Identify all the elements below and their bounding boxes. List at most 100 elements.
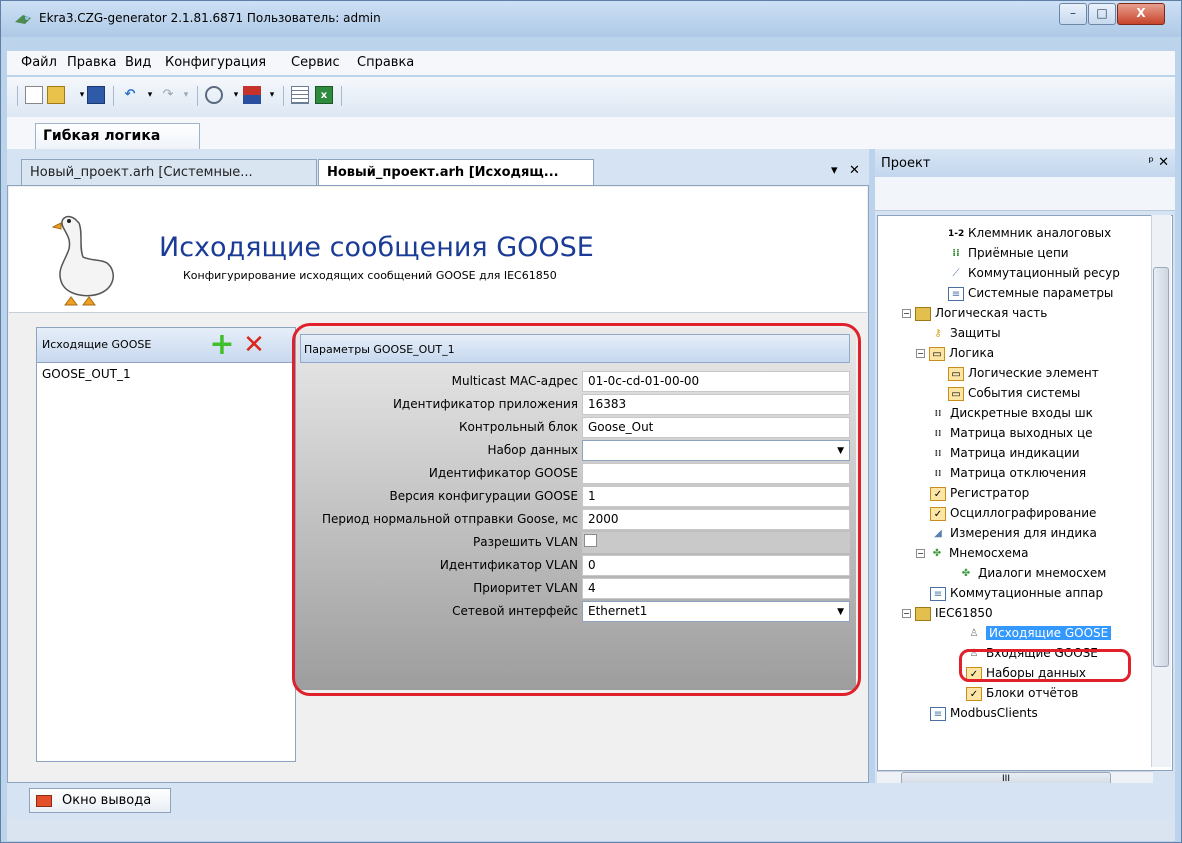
tab-output-window[interactable]: Окно вывода <box>29 788 171 813</box>
list-item[interactable]: GOOSE_OUT_1 <box>42 367 131 381</box>
chart-icon: ✓ <box>930 486 946 501</box>
list-icon[interactable] <box>291 86 309 104</box>
output-bar: Окно вывода <box>7 783 1175 819</box>
close-button[interactable]: X <box>1117 3 1165 25</box>
diagram-icon: ✤ <box>932 547 942 559</box>
project-title: Проект <box>881 156 931 171</box>
chart-icon: ✓ <box>930 506 946 521</box>
tree-item[interactable]: ▭ События системы <box>948 386 1080 401</box>
expander-icon[interactable]: − <box>902 609 911 618</box>
menu-edit[interactable]: Правка <box>67 55 116 70</box>
flag-dropdown-icon[interactable]: ▾ <box>263 86 281 104</box>
status-bar <box>7 819 1175 841</box>
goose-icon: ♙ <box>969 627 979 639</box>
tab-outgoing-goose[interactable]: Новый_проект.arh [Исходящ... <box>318 159 594 185</box>
tree-item[interactable]: ✓ Регистратор <box>930 486 1029 501</box>
redo-icon[interactable]: ↷ <box>159 86 177 104</box>
project-header: Проект ᵖ ✕ <box>875 149 1175 177</box>
tree-item[interactable]: ⁞⁞ Матрица выходных це <box>930 426 1093 441</box>
redo-dropdown-icon[interactable]: ▾ <box>177 86 195 104</box>
folder-icon <box>915 606 931 621</box>
tree-item[interactable]: ≡ Системные параметры <box>948 286 1113 301</box>
tree-item[interactable]: − IEC61850 <box>902 606 993 621</box>
key-icon: ⚷ <box>934 327 942 339</box>
highlight-oval-params <box>292 323 861 696</box>
tab-close-icon[interactable]: ✕ <box>849 163 860 178</box>
tree-item[interactable]: ✓ Блоки отчётов <box>966 686 1078 701</box>
ribbon-tab-flexible-logic[interactable]: Гибкая логика <box>35 123 200 150</box>
menu-help[interactable]: Справка <box>357 55 414 70</box>
new-file-icon[interactable] <box>25 86 43 104</box>
menu-file[interactable]: Файл <box>21 55 57 70</box>
project-tree: 1-2 Клеммник аналоговых ⁞⁞ Приёмные цепи ⟋… <box>877 215 1173 771</box>
save-icon[interactable] <box>87 86 105 104</box>
highlight-oval-tree <box>959 649 1131 682</box>
expander-icon[interactable]: − <box>916 349 925 358</box>
matrix-icon: ⁞⁞ <box>934 428 942 439</box>
app-window: Ekra3.CZG-generator 2.1.81.6871 Пользова… <box>0 0 1182 843</box>
logic-icon: ▭ <box>948 386 964 401</box>
output-tab-label: Окно вывода <box>62 793 152 808</box>
tree-item[interactable]: ⁞⁞ Приёмные цепи <box>948 246 1068 261</box>
toolbar-separator <box>283 86 284 106</box>
close-icon[interactable]: ✕ <box>1158 155 1169 170</box>
matrix-icon: ⁞⁞ <box>934 408 942 419</box>
undo-icon[interactable]: ↶ <box>121 86 139 104</box>
tab-menu-icon[interactable]: ▾ <box>831 163 838 178</box>
expander-icon[interactable]: − <box>902 309 911 318</box>
goose-logo-icon <box>51 215 114 306</box>
maximize-button[interactable]: □ <box>1088 3 1116 25</box>
logic-icon: ▭ <box>929 346 945 361</box>
project-panel: Проект ᵖ ✕ 1-2 Клеммник аналоговых ⁞⁞ Приё… <box>875 149 1175 789</box>
tree-scroll-thumb[interactable] <box>1153 267 1169 667</box>
page-subtitle: Конфигурирование исходящих сообщений GOO… <box>183 269 557 282</box>
menu-view[interactable]: Вид <box>125 55 151 70</box>
title-bar[interactable]: Ekra3.CZG-generator 2.1.81.6871 Пользова… <box>1 1 1181 37</box>
window-title: Ekra3.CZG-generator 2.1.81.6871 Пользова… <box>39 11 381 25</box>
minimize-button[interactable]: – <box>1059 3 1087 25</box>
timer-icon[interactable] <box>205 86 223 104</box>
expander-icon[interactable]: − <box>916 549 925 558</box>
tree-item[interactable]: ≡ ModbusClients <box>930 706 1038 721</box>
tree-item[interactable]: ≡ Коммутационные аппар <box>930 586 1103 601</box>
toolbar-separator <box>113 86 114 106</box>
document-icon: ≡ <box>930 586 946 601</box>
tree-item[interactable]: ▭ Логические элемент <box>948 366 1099 381</box>
logic-icon: ▭ <box>948 366 964 381</box>
add-goose-button[interactable]: + <box>209 330 235 360</box>
ribbon: Гибкая логика <box>7 117 1175 150</box>
tree-item[interactable]: ✤ Диалоги мнемосхем <box>958 566 1106 581</box>
tree-item[interactable]: ✓ Осциллографирование <box>930 506 1096 521</box>
chart-icon: ✓ <box>966 686 982 701</box>
menu-service[interactable]: Сервис <box>291 55 340 70</box>
page-header: Исходящие сообщения GOOSE Конфигурирован… <box>9 187 867 313</box>
tree-item[interactable]: ⁞⁞ Матрица индикации <box>930 446 1080 461</box>
pin-icon[interactable]: ᵖ <box>1148 155 1154 170</box>
toolbar-separator <box>197 86 198 106</box>
matrix-icon: ⁞⁞ <box>934 468 942 479</box>
excel-icon[interactable]: x <box>315 86 333 104</box>
tree-item[interactable]: ♙ Исходящие GOOSE <box>966 626 1112 641</box>
tree-item[interactable]: − ✤ Мнемосхема <box>916 546 1028 561</box>
project-panel-controls: ᵖ ✕ <box>1148 155 1169 170</box>
project-toolbar <box>875 177 1175 211</box>
tree-item-selected[interactable]: Исходящие GOOSE <box>986 626 1112 640</box>
tab-system-params[interactable]: Новый_проект.arh [Системные... <box>21 159 317 185</box>
tree-item[interactable]: − ▭ Логика <box>916 346 994 361</box>
menu-configuration[interactable]: Конфигурация <box>165 55 266 70</box>
undo-dropdown-icon[interactable]: ▾ <box>141 86 159 104</box>
tree-item[interactable]: ◢ Измерения для индика <box>930 526 1097 541</box>
flag-icon[interactable] <box>243 86 261 104</box>
delete-goose-button[interactable]: ✕ <box>241 332 267 358</box>
tree-item[interactable]: ⁞⁞ Дискретные входы шк <box>930 406 1093 421</box>
goose-list-header: Исходящие GOOSE + ✕ <box>37 328 295 363</box>
toolbar: ▾ ↶ ▾ ↷ ▾ ▾ ▾ x <box>7 77 1175 117</box>
document-icon: ≡ <box>948 286 964 301</box>
tree-item[interactable]: − Логическая часть <box>902 306 1047 321</box>
tree-item[interactable]: ⁞⁞ Матрица отключения <box>930 466 1087 481</box>
tree-item[interactable]: 1-2 Клеммник аналоговых <box>948 226 1111 241</box>
measurement-icon: ◢ <box>934 527 942 539</box>
tree-item[interactable]: ⟋ Коммутационный ресур <box>948 266 1120 281</box>
tree-item[interactable]: ⚷ Защиты <box>930 326 1000 341</box>
open-folder-icon[interactable] <box>47 86 65 104</box>
